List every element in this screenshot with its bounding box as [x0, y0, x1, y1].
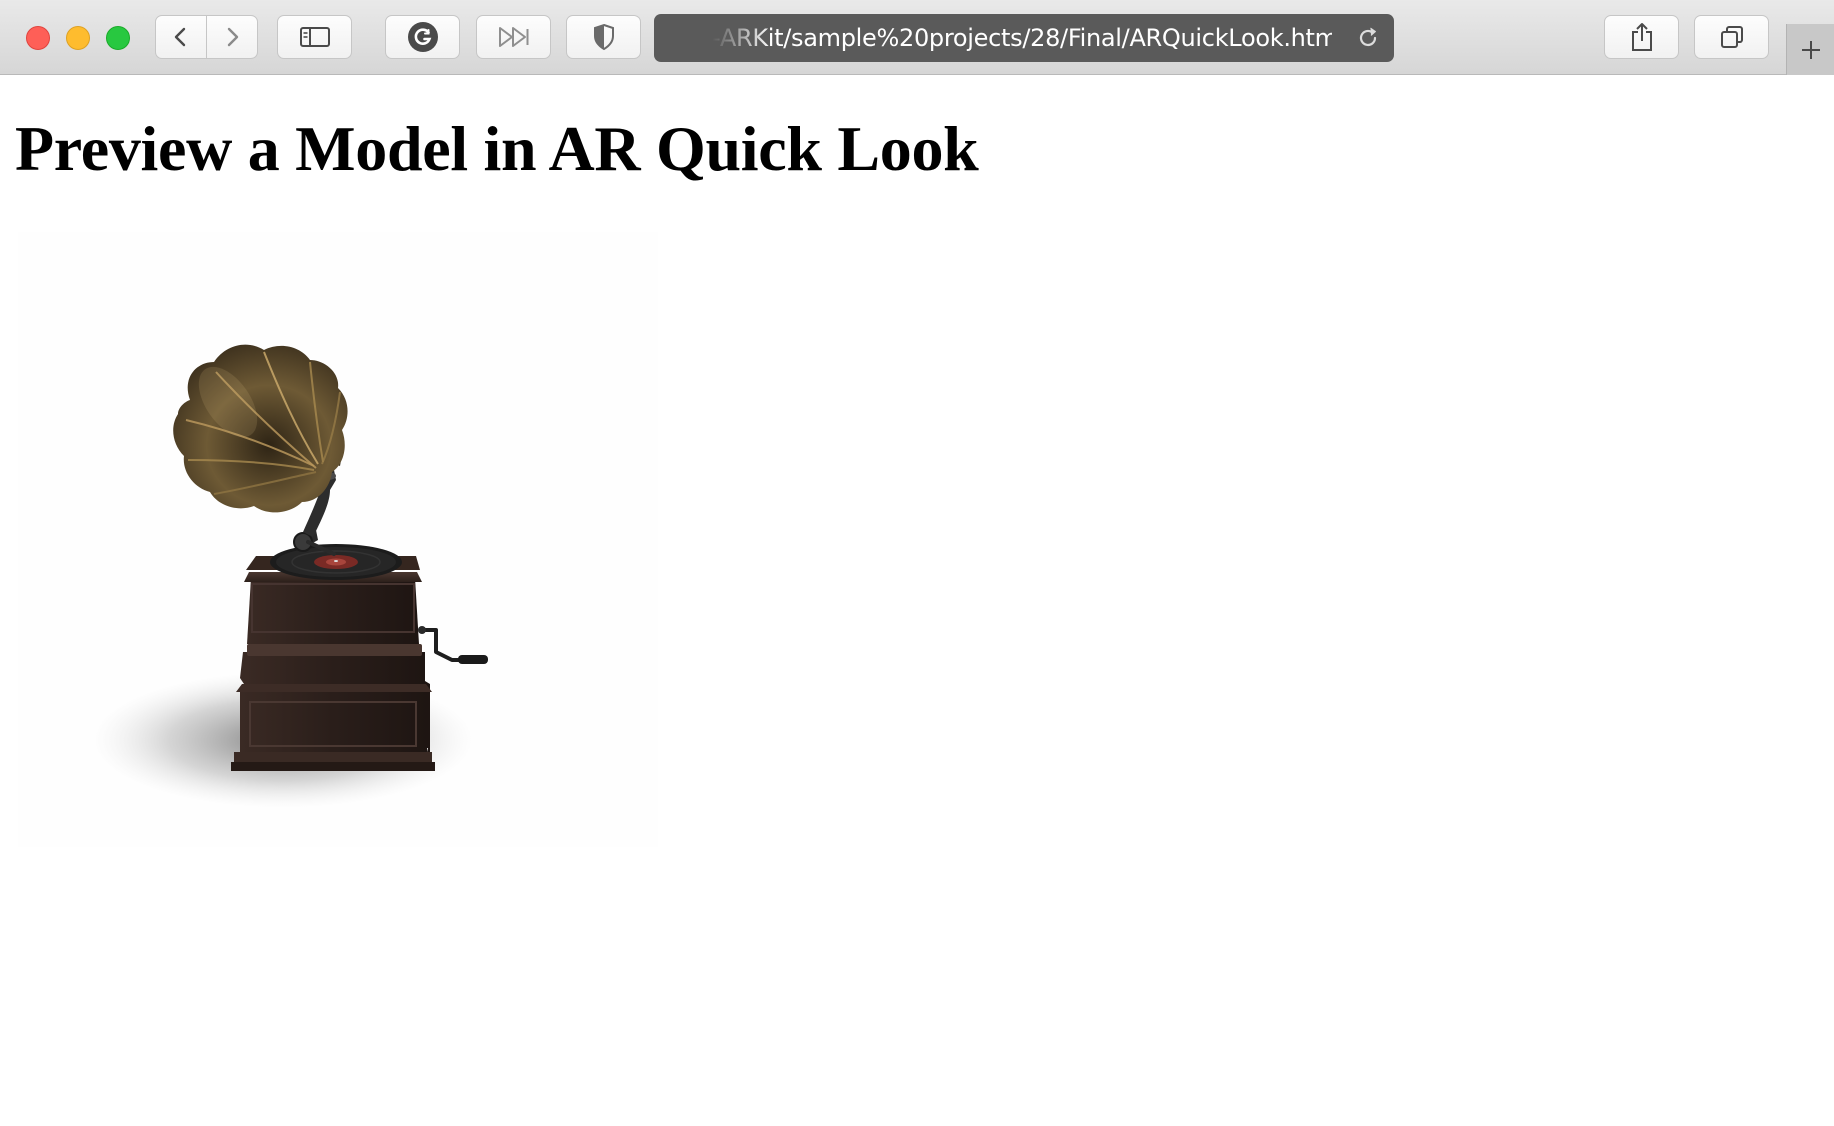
zoom-window-button[interactable]	[106, 26, 130, 50]
chevron-right-icon	[227, 27, 239, 47]
privacy-report-button[interactable]	[566, 15, 641, 59]
tabs-overview-icon	[1720, 26, 1743, 48]
close-window-button[interactable]	[26, 26, 50, 50]
sidebar-icon	[299, 27, 330, 47]
address-bar[interactable]: -ARKit/sample%20projects/28/Final/ARQuic…	[654, 14, 1394, 62]
shield-icon	[593, 23, 614, 51]
address-bar-url[interactable]: -ARKit/sample%20projects/28/Final/ARQuic…	[712, 14, 1332, 62]
minimize-window-button[interactable]	[66, 26, 90, 50]
fast-forward-icon	[498, 27, 528, 47]
skip-forward-button[interactable]	[476, 15, 551, 59]
ar-quick-look-model-link[interactable]	[18, 232, 658, 847]
back-button[interactable]	[155, 15, 207, 59]
plus-icon	[1801, 40, 1820, 59]
page-title: Preview a Model in AR Quick Look	[15, 113, 979, 184]
forward-button[interactable]	[206, 15, 258, 59]
gramophone-model-image	[93, 344, 488, 808]
share-icon	[1631, 23, 1652, 51]
grammarly-icon	[407, 22, 438, 52]
reload-icon[interactable]	[1356, 26, 1380, 50]
navigation-buttons	[155, 15, 259, 59]
sidebar-button[interactable]	[277, 15, 352, 59]
new-tab-button[interactable]	[1786, 24, 1834, 75]
tabs-overview-button[interactable]	[1694, 15, 1769, 59]
chevron-left-icon	[174, 27, 186, 47]
grammarly-extension-button[interactable]	[385, 15, 460, 59]
browser-toolbar: -ARKit/sample%20projects/28/Final/ARQuic…	[0, 0, 1834, 75]
share-button[interactable]	[1604, 15, 1679, 59]
